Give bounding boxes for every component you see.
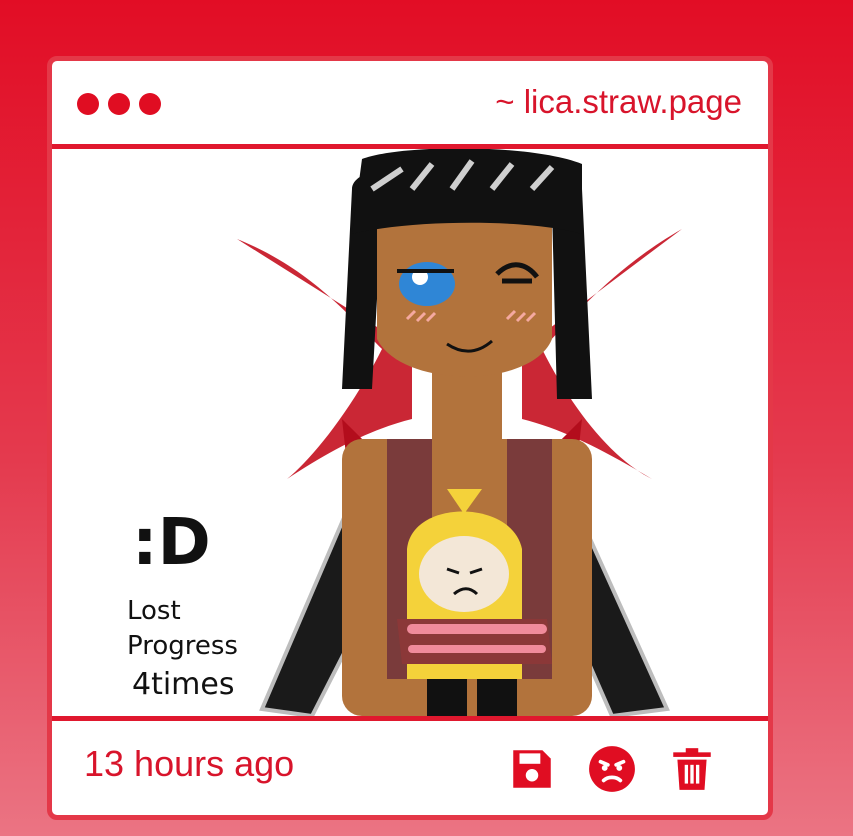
save-button[interactable] <box>506 743 558 795</box>
post-timestamp: 13 hours ago <box>84 743 295 784</box>
react-button[interactable] <box>586 743 638 795</box>
drawing-text-line: 4times <box>132 667 235 702</box>
drawing-text-line: Lost <box>127 596 181 626</box>
trash-icon <box>673 748 711 790</box>
window-titlebar: ~ lica.straw.page <box>52 61 768 149</box>
window-control-dot[interactable] <box>108 93 130 115</box>
browser-window: ~ lica.straw.page:D Lost Progress 4time… <box>47 56 773 820</box>
window-control-dot[interactable] <box>77 93 99 115</box>
drawing-canvas: :D Lost Progress 4times <box>52 149 768 716</box>
drawing-image: :D Lost Progress 4times <box>127 149 682 716</box>
delete-button[interactable] <box>666 743 718 795</box>
post-footer: 13 hours ago <box>52 716 768 815</box>
post-actions <box>506 743 718 795</box>
angry-face-icon <box>589 746 635 792</box>
window-controls <box>77 93 161 115</box>
page-url[interactable]: ~ lica.straw.page <box>495 83 742 121</box>
save-icon <box>513 750 551 788</box>
window-control-dot[interactable] <box>139 93 161 115</box>
drawing-smiley-text: :D <box>132 506 211 580</box>
drawing-text-line: Progress <box>127 631 238 661</box>
